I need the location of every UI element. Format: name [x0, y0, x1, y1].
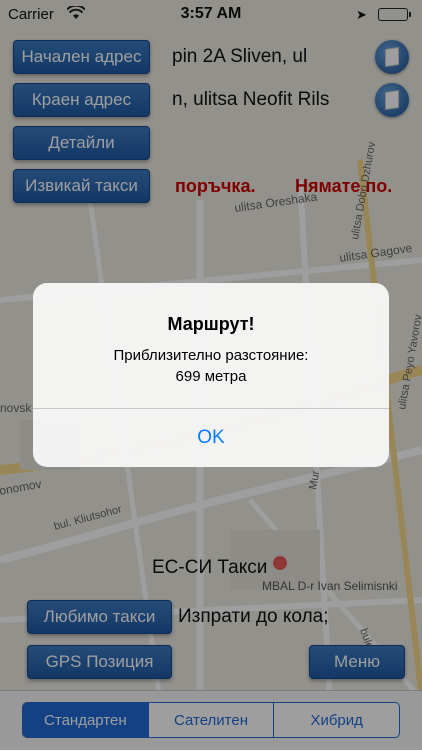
alert-message: Приблизително разстояние: 699 метра	[33, 345, 389, 387]
end-address-value: n, ulitsa Neofit Rils	[172, 89, 330, 110]
address-book-icon[interactable]	[375, 40, 409, 74]
start-address-button[interactable]: Начален адрес	[13, 40, 150, 74]
start-address-value: pin 2A Sliven, ul	[172, 46, 308, 67]
send-to-car-label: Изпрати до кола;	[178, 606, 329, 627]
map-street-label: novsk	[0, 401, 32, 415]
map-type-segmented-control[interactable]: Стандартен Сателитен Хибрид	[22, 702, 400, 738]
address-book-icon[interactable]	[375, 83, 409, 117]
segment-standard[interactable]: Стандартен	[23, 703, 148, 737]
segment-hybrid[interactable]: Хибрид	[273, 703, 399, 737]
gps-position-button[interactable]: GPS Позиция	[27, 645, 172, 679]
alert-ok-button[interactable]: OK	[33, 409, 389, 467]
taxi-company-label: ЕС-СИ Такси	[152, 557, 268, 578]
battery-icon	[378, 8, 411, 21]
call-taxi-button[interactable]: Извикай такси	[13, 169, 150, 203]
alert-distance: 699 метра	[175, 368, 247, 385]
end-address-button[interactable]: Краен адрес	[13, 83, 150, 117]
menu-button[interactable]: Меню	[309, 645, 405, 679]
no-order-text: Нямате по.	[295, 176, 393, 196]
favorite-taxi-button[interactable]: Любимо такси	[27, 600, 172, 634]
alert-message-line: Приблизително разстояние:	[113, 347, 309, 364]
order-status-text: поръчка.	[175, 176, 256, 196]
location-arrow-icon: ➤	[356, 7, 367, 22]
route-alert-dialog: Маршрут! Приблизително разстояние: 699 м…	[33, 283, 389, 467]
map-poi-label: MBAL D-r Ivan Selimisnki	[262, 579, 398, 593]
status-bar: Carrier 3:57 AM ➤	[0, 0, 422, 30]
details-button[interactable]: Детайли	[13, 126, 150, 160]
alert-title: Маршрут!	[167, 314, 255, 334]
segment-satellite[interactable]: Сателитен	[147, 703, 274, 737]
